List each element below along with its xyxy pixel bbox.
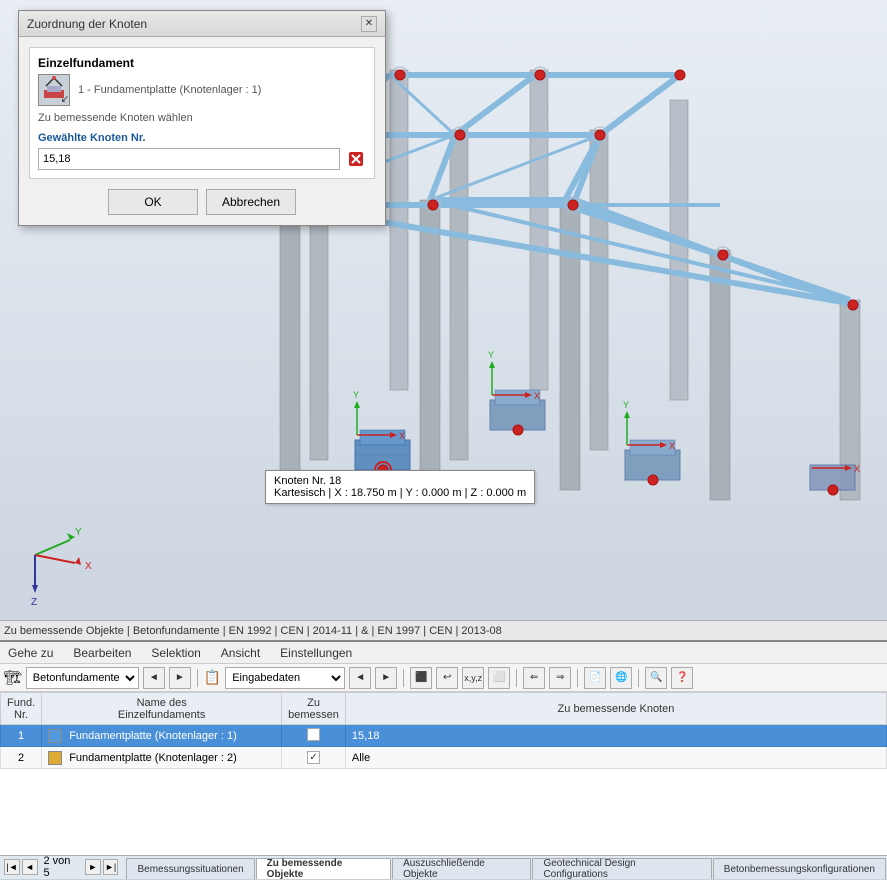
dialog-close-btn[interactable]: ✕ bbox=[361, 16, 377, 32]
ok-button[interactable]: OK bbox=[108, 189, 198, 215]
tab-betonbemessung[interactable]: Betonbemessungskonfigurationen bbox=[713, 858, 886, 879]
module-icon: 🏗 bbox=[4, 669, 22, 686]
tooltip-line2: Kartesisch | X : 18.750 m | Y : 0.000 m … bbox=[274, 487, 526, 499]
bottom-nav: |◄ ◄ 2 von 5 ► ►| bbox=[0, 855, 122, 879]
table-row[interactable]: 1 Fundamentplatte (Knotenlager : 1) 15,1… bbox=[1, 725, 887, 747]
next-view-btn[interactable]: ► bbox=[375, 667, 397, 689]
tab-auszuschliessende-objekte[interactable]: Auszuschließende Objekte bbox=[392, 858, 531, 879]
svg-text:Y: Y bbox=[75, 527, 82, 538]
prev-module-btn[interactable]: ◄ bbox=[143, 667, 165, 689]
menu-edit[interactable]: Bearbeiten bbox=[69, 644, 135, 662]
table-row[interactable]: 2 Fundamentplatte (Knotenlager : 2) Alle bbox=[1, 747, 887, 769]
dialog-clear-btn[interactable] bbox=[346, 149, 366, 169]
dialog-icon: ↙ bbox=[38, 74, 70, 106]
view-icon: 📋 bbox=[204, 669, 221, 686]
first-page-btn[interactable]: |◄ bbox=[4, 859, 20, 875]
separator4 bbox=[577, 669, 578, 687]
cancel-button[interactable]: Abbrechen bbox=[206, 189, 296, 215]
node-tooltip: Knoten Nr. 18 Kartesisch | X : 18.750 m … bbox=[265, 470, 535, 504]
toolbar-btn6[interactable]: ⇒ bbox=[549, 667, 571, 689]
dialog: Zuordnung der Knoten ✕ Einzelfundament ↙ bbox=[18, 10, 386, 226]
data-table: Fund.Nr. Name desEinzelfundaments Zubeme… bbox=[0, 692, 887, 855]
dialog-icon-row: ↙ 1 - Fundamentplatte (Knotenlager : 1) bbox=[38, 74, 366, 106]
view-select[interactable]: Eingabedaten bbox=[225, 667, 345, 689]
dialog-titlebar: Zuordnung der Knoten ✕ bbox=[19, 11, 385, 37]
svg-text:X: X bbox=[669, 441, 675, 451]
tooltip-line1: Knoten Nr. 18 bbox=[274, 475, 526, 487]
cell-name: Fundamentplatte (Knotenlager : 2) bbox=[42, 747, 282, 769]
cell-knoten: Alle bbox=[345, 747, 886, 769]
dialog-section-title: Einzelfundament bbox=[38, 56, 366, 70]
cell-nr: 2 bbox=[1, 747, 42, 769]
tab-geotechnical[interactable]: Geotechnical Design Configurations bbox=[532, 858, 711, 879]
next-module-btn[interactable]: ► bbox=[169, 667, 191, 689]
dialog-field-label: Gewählte Knoten Nr. bbox=[38, 132, 366, 144]
col-header-knoten: Zu bemessende Knoten bbox=[345, 693, 886, 725]
separator1 bbox=[197, 669, 198, 687]
dialog-action-text: Zu bemessende Knoten wählen bbox=[38, 112, 366, 124]
menu-selection[interactable]: Selektion bbox=[147, 644, 204, 662]
cell-knoten: 15,18 bbox=[345, 725, 886, 747]
bottom-tabs: |◄ ◄ 2 von 5 ► ►| Bemessungssituationen … bbox=[0, 855, 887, 879]
last-page-btn[interactable]: ►| bbox=[103, 859, 119, 875]
col-header-nr: Fund.Nr. bbox=[1, 693, 42, 725]
toolbar-btn10[interactable]: ❓ bbox=[671, 667, 693, 689]
checkbox-row1[interactable] bbox=[307, 728, 320, 741]
prev-page-btn[interactable]: ◄ bbox=[22, 859, 38, 875]
svg-text:Y: Y bbox=[623, 400, 629, 410]
svg-text:Y: Y bbox=[488, 350, 494, 360]
status-text: Zu bemessende Objekte | Betonfundamente … bbox=[4, 625, 502, 637]
separator3 bbox=[516, 669, 517, 687]
prev-view-btn[interactable]: ◄ bbox=[349, 667, 371, 689]
svg-text:Y: Y bbox=[353, 390, 359, 400]
toolbar-btn4[interactable]: ⬜ bbox=[488, 667, 510, 689]
dialog-dropdown: 1 - Fundamentplatte (Knotenlager : 1) bbox=[78, 82, 261, 98]
cell-name: Fundamentplatte (Knotenlager : 1) bbox=[42, 725, 282, 747]
next-page-btn[interactable]: ► bbox=[85, 859, 101, 875]
menu-settings[interactable]: Einstellungen bbox=[276, 644, 356, 662]
menu-view[interactable]: Ansicht bbox=[217, 644, 264, 662]
col-header-name: Name desEinzelfundaments bbox=[42, 693, 282, 725]
module-select[interactable]: Betonfundamente bbox=[26, 667, 139, 689]
svg-text:X: X bbox=[854, 464, 860, 474]
separator5 bbox=[638, 669, 639, 687]
cell-check[interactable] bbox=[282, 725, 346, 747]
dialog-input[interactable] bbox=[38, 148, 340, 170]
dialog-body: Einzelfundament ↙ 1 - Fundamentplatte bbox=[19, 37, 385, 225]
svg-text:Z: Z bbox=[31, 597, 37, 608]
svg-text:X: X bbox=[534, 391, 540, 401]
cell-check[interactable] bbox=[282, 747, 346, 769]
dialog-buttons: OK Abbrechen bbox=[29, 189, 375, 215]
svg-text:X: X bbox=[85, 561, 92, 572]
toolbar-btn3[interactable]: x,y,z bbox=[462, 667, 484, 689]
toolbar-btn5[interactable]: ⇐ bbox=[523, 667, 545, 689]
toolbar-btn8[interactable]: 🌐 bbox=[610, 667, 632, 689]
toolbar-btn2[interactable]: ↩ bbox=[436, 667, 458, 689]
dialog-section: Einzelfundament ↙ 1 - Fundamentplatte bbox=[29, 47, 375, 179]
toolbar-btn9[interactable]: 🔍 bbox=[645, 667, 667, 689]
menu-bar: Gehe zu Bearbeiten Selektion Ansicht Ein… bbox=[0, 642, 887, 664]
cell-nr: 1 bbox=[1, 725, 42, 747]
menu-goto[interactable]: Gehe zu bbox=[4, 644, 57, 662]
tab-bemessungssituationen[interactable]: Bemessungssituationen bbox=[126, 858, 254, 879]
separator2 bbox=[403, 669, 404, 687]
dialog-title: Zuordnung der Knoten bbox=[27, 17, 147, 31]
col-header-check: Zubemessen bbox=[282, 693, 346, 725]
toolbar-btn1[interactable]: ⬛ bbox=[410, 667, 432, 689]
checkbox-row2[interactable] bbox=[307, 751, 320, 764]
bottom-panel: Gehe zu Bearbeiten Selektion Ansicht Ein… bbox=[0, 640, 887, 879]
toolbar-btn7[interactable]: 📄 bbox=[584, 667, 606, 689]
tab-zu-bemessende-objekte[interactable]: Zu bemessende Objekte bbox=[256, 858, 391, 879]
status-bar: Zu bemessende Objekte | Betonfundamente … bbox=[0, 620, 887, 640]
dialog-input-row bbox=[38, 148, 366, 170]
svg-text:X: X bbox=[399, 431, 405, 441]
toolbar-row: 🏗 Betonfundamente ◄ ► 📋 Eingabedaten ◄ ►… bbox=[0, 664, 887, 692]
page-indicator: 2 von 5 bbox=[40, 855, 83, 879]
